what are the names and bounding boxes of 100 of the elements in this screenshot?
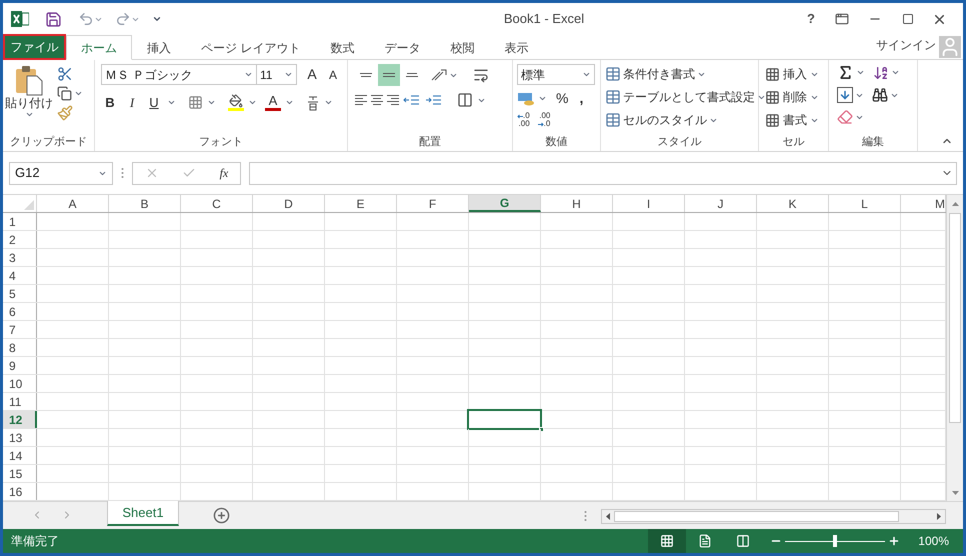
vertical-align-button[interactable] — [378, 64, 400, 86]
wrap-text-icon[interactable] — [473, 67, 489, 83]
styles-menu-button[interactable]: 条件付き書式 — [605, 64, 766, 84]
shrink-font-button[interactable]: A — [325, 66, 341, 84]
row-header[interactable]: 3 — [3, 249, 37, 266]
row-header[interactable]: 6 — [3, 303, 37, 320]
scroll-right-icon[interactable] — [937, 513, 941, 520]
ribbon-tab[interactable]: 校閲 — [435, 35, 490, 60]
ribbon-tab[interactable]: ホーム — [66, 35, 132, 60]
fill-color-icon[interactable] — [228, 94, 244, 112]
customize-toolbar-icon[interactable] — [152, 14, 162, 24]
cut-icon[interactable] — [57, 66, 73, 82]
row-header[interactable]: 16 — [3, 483, 37, 500]
zoom-slider[interactable] — [785, 535, 886, 547]
group-label: 編集 — [862, 134, 884, 150]
column-header[interactable]: G — [469, 195, 541, 212]
table-icon — [605, 112, 621, 128]
normal-view-button[interactable] — [648, 529, 686, 553]
number-format-field[interactable]: 標準 — [517, 64, 595, 85]
zoom-in-icon[interactable] — [888, 535, 900, 547]
column-header[interactable]: A — [37, 195, 109, 212]
formula-field[interactable] — [249, 162, 957, 184]
scroll-left-icon[interactable] — [606, 513, 610, 520]
phonetic-guide-icon[interactable] — [306, 94, 320, 111]
column-header[interactable]: E — [325, 195, 397, 212]
styles-menu-button[interactable]: テーブルとして書式設定 — [605, 87, 766, 107]
paste-button[interactable]: 貼り付け — [7, 64, 51, 133]
column-header[interactable]: C — [181, 195, 253, 212]
underline-button[interactable]: U — [145, 93, 163, 112]
row-header[interactable]: 15 — [3, 465, 37, 482]
row-header[interactable]: 9 — [3, 357, 37, 374]
row-header[interactable]: 13 — [3, 429, 37, 446]
bold-button[interactable]: B — [101, 93, 119, 112]
font-size-field[interactable]: 11 — [257, 64, 297, 85]
help-button[interactable]: ? — [796, 9, 826, 29]
caret-icon — [538, 94, 547, 103]
currency-icon[interactable] — [517, 92, 535, 106]
grow-font-button[interactable]: A — [303, 64, 321, 85]
new-sheet-icon[interactable] — [213, 507, 230, 524]
name-box[interactable]: G12 — [9, 162, 113, 184]
row-header[interactable]: 8 — [3, 339, 37, 356]
table-icon — [605, 66, 621, 82]
cells-menu-button[interactable]: 削除 — [765, 87, 819, 107]
caret-icon — [24, 110, 34, 119]
italic-button[interactable]: I — [123, 93, 141, 112]
font-name-field[interactable]: ＭＳ Ｐゴシック — [101, 64, 257, 85]
insert-function-button[interactable]: fx — [220, 164, 228, 182]
ribbon-tab[interactable]: データ — [369, 35, 436, 60]
comma-button[interactable]: , — [579, 88, 584, 109]
row-header[interactable]: 7 — [3, 321, 37, 338]
ribbon-tab[interactable]: 表示 — [489, 35, 544, 60]
ribbon-tab[interactable]: ページ レイアウト — [186, 35, 316, 60]
copy-icon[interactable] — [57, 86, 72, 101]
column-header[interactable]: K — [757, 195, 829, 212]
column-header[interactable]: L — [829, 195, 901, 212]
borders-icon[interactable] — [188, 95, 203, 110]
vertical-scrollbar[interactable] — [946, 195, 963, 501]
undo-icon[interactable] — [78, 11, 94, 27]
columns-icon — [736, 534, 750, 548]
redo-icon[interactable] — [115, 11, 131, 27]
font-color-button[interactable]: A — [265, 94, 281, 112]
horizontal-scrollbar[interactable] — [601, 509, 946, 524]
active-cell[interactable] — [467, 409, 542, 430]
column-header[interactable]: H — [541, 195, 613, 212]
group-label: セル — [782, 134, 804, 150]
ribbon-tab[interactable]: 数式 — [315, 35, 370, 60]
sign-in-link[interactable]: サインイン — [876, 36, 936, 54]
sheet-tab[interactable]: Sheet1 — [107, 501, 179, 526]
column-header[interactable]: I — [613, 195, 685, 212]
increase-decimal-button[interactable]: .0 .00 — [517, 112, 530, 128]
caret-icon — [856, 68, 865, 77]
column-header[interactable]: J — [685, 195, 757, 212]
row-header[interactable]: 12 — [3, 411, 37, 428]
percent-button[interactable]: % — [556, 88, 568, 109]
clear-icon[interactable] — [837, 109, 853, 125]
row-header[interactable]: 11 — [3, 393, 37, 410]
scroll-down-icon[interactable] — [952, 491, 958, 495]
orientation-icon[interactable] — [430, 67, 448, 83]
file-tab[interactable]: ファイル — [3, 34, 66, 60]
find-icon[interactable] — [872, 87, 888, 103]
fill-icon[interactable] — [837, 87, 853, 103]
row-header[interactable]: 10 — [3, 375, 37, 392]
ribbon-tab[interactable]: 挿入 — [132, 35, 186, 60]
cells-menu-button[interactable]: 書式 — [765, 110, 819, 130]
sort-filter-icon[interactable] — [873, 64, 889, 80]
decrease-decimal-button[interactable]: .00 .0 — [538, 112, 550, 128]
row-header[interactable]: 1 — [3, 213, 37, 230]
scroll-up-icon[interactable] — [952, 202, 958, 206]
styles-menu-button[interactable]: セルのスタイル — [605, 110, 766, 130]
merge-cells-icon[interactable] — [457, 92, 473, 108]
row-header[interactable]: 14 — [3, 447, 37, 464]
ribbon-display-icon[interactable] — [835, 12, 849, 26]
row-header[interactable]: 5 — [3, 285, 37, 302]
row-header[interactable]: 4 — [3, 267, 37, 284]
cells-menu-button[interactable]: 挿入 — [765, 64, 819, 84]
column-header[interactable]: B — [109, 195, 181, 212]
column-header[interactable]: D — [253, 195, 325, 212]
maximize-icon[interactable] — [902, 13, 914, 25]
save-icon[interactable] — [45, 10, 62, 28]
row-header[interactable]: 2 — [3, 231, 37, 248]
